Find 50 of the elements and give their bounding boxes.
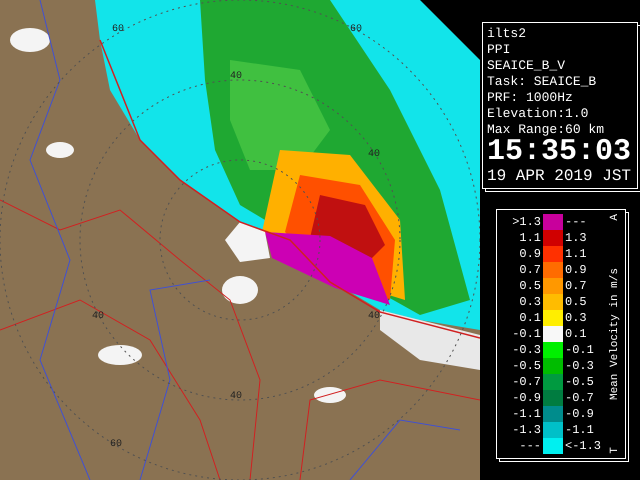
legend-label: -0.3 [564, 358, 595, 374]
range-label: 40 [92, 312, 104, 322]
legend-label: 1.1 [564, 246, 588, 262]
info-text: PRF: 1000Hz [487, 90, 574, 106]
legend-label: 0.9 [564, 262, 588, 278]
legend-label: 0.5 [564, 294, 588, 310]
info-text: ilts2 [487, 26, 528, 42]
legend-label: -0.5 [564, 374, 595, 390]
legend-mark: T [609, 447, 621, 454]
legend-label: --- [518, 438, 541, 454]
legend-label: <-1.3 [564, 438, 602, 454]
legend-label: 0.1 [564, 326, 588, 342]
legend-label: --- [564, 214, 588, 230]
legend-label: -0.1 [511, 326, 541, 342]
range-label: 40 [230, 392, 242, 402]
info-text: PPI [487, 42, 512, 58]
legend-label: -0.5 [511, 358, 541, 374]
legend-label: 0.9 [518, 246, 541, 262]
date-text: 19 APR 2019 JST [487, 166, 632, 186]
legend-label: 0.7 [564, 278, 588, 294]
range-label: 60 [350, 25, 362, 35]
legend-label: -0.1 [564, 342, 595, 358]
info-text: Max Range:60 km [487, 122, 606, 138]
legend-label: 0.1 [518, 310, 541, 326]
legend-label: -0.7 [511, 374, 541, 390]
legend-label: -0.9 [511, 390, 541, 406]
legend-label: >1.3 [511, 214, 541, 230]
legend-label: -1.1 [511, 406, 541, 422]
time-text: 15:35:03 [487, 138, 632, 166]
range-label: 60 [112, 25, 124, 35]
range-label: 60 [110, 440, 122, 450]
legend-label: -1.1 [564, 422, 595, 438]
info-text: Elevation:1.0 [487, 106, 590, 122]
legend-label: 0.7 [518, 262, 541, 278]
legend-label: 1.3 [564, 230, 588, 246]
legend-title: Mean Velocity in m/s [609, 268, 621, 400]
info-text: Task: SEAICE_B [487, 74, 598, 90]
legend-label: -0.3 [511, 342, 541, 358]
legend-label: -0.7 [564, 390, 595, 406]
legend-label: 0.5 [518, 278, 541, 294]
range-label: 40 [230, 72, 242, 82]
legend-mark: A [609, 214, 621, 221]
legend-label: 1.1 [518, 230, 541, 246]
legend-label: -0.9 [564, 406, 595, 422]
range-label: 40 [368, 150, 380, 160]
legend-label: -1.3 [511, 422, 541, 438]
range-label: 40 [368, 312, 380, 322]
info-text: SEAICE_B_V [487, 58, 566, 74]
legend-label: 0.3 [564, 310, 588, 326]
legend-label: 0.3 [518, 294, 541, 310]
